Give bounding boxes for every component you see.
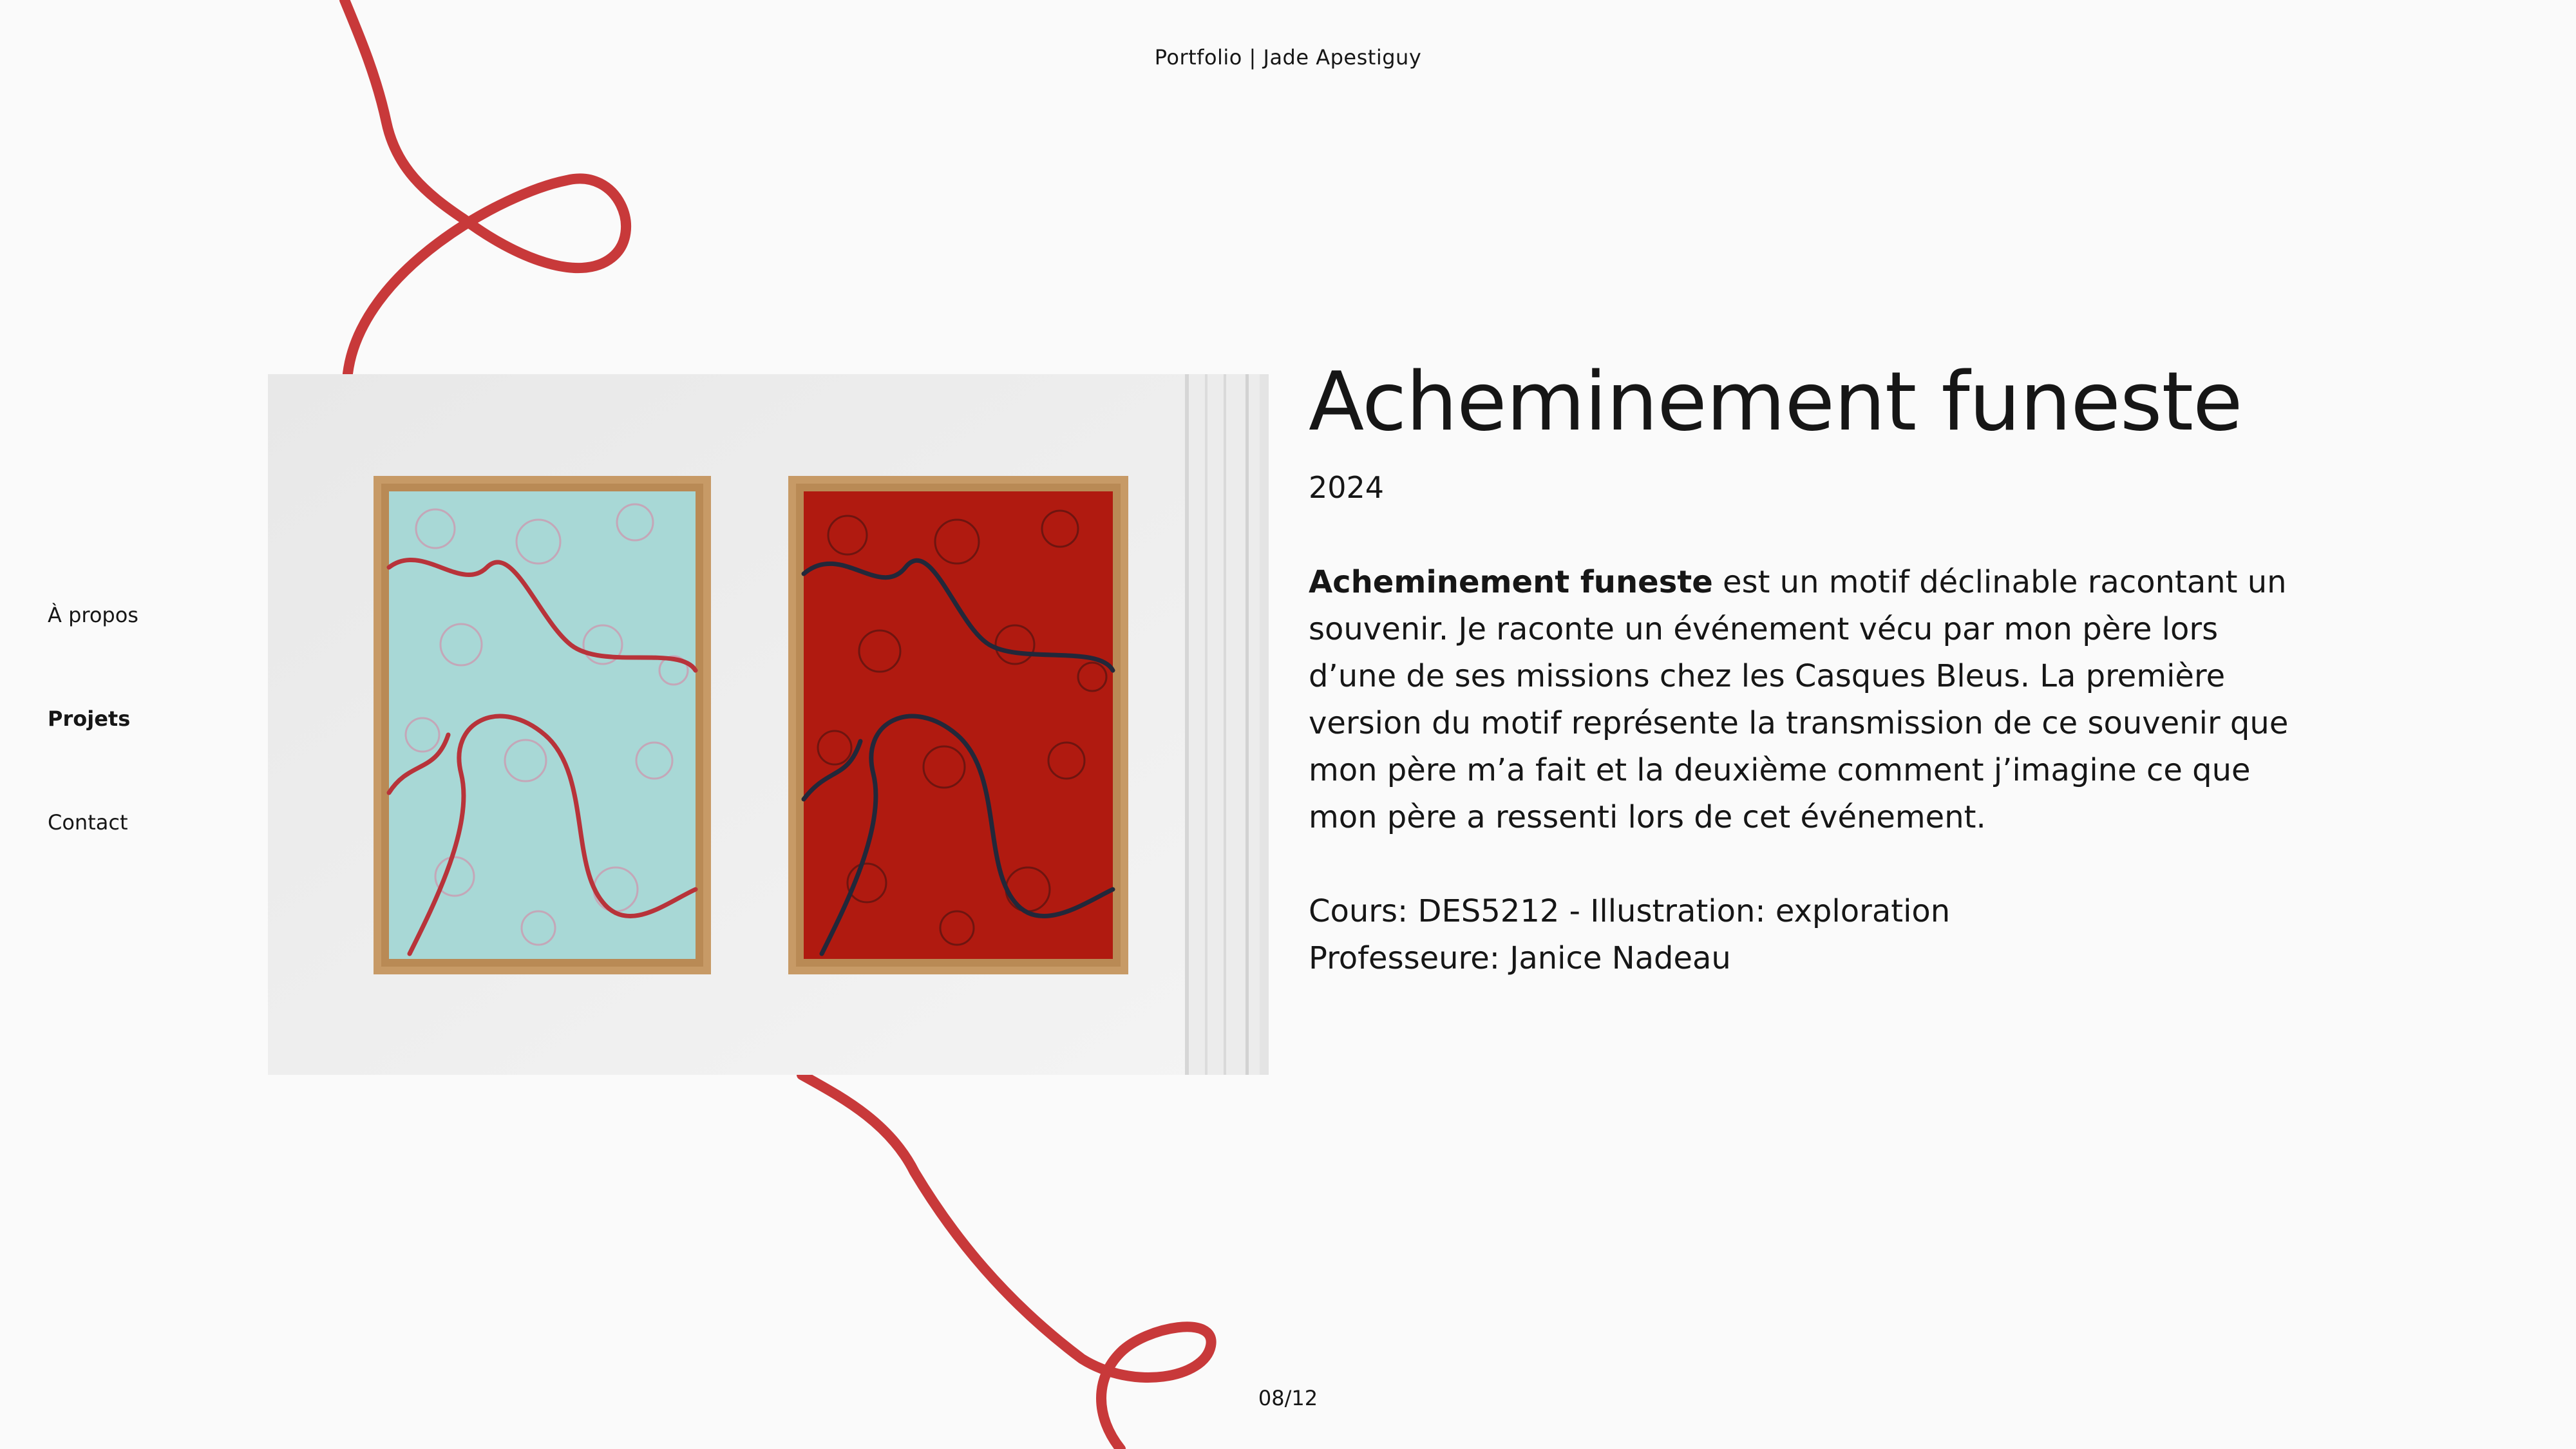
nav-item-projets[interactable]: Projets xyxy=(48,706,138,732)
framed-posters-illustration xyxy=(268,374,1269,1075)
project-meta: Cours: DES5212 - Illustration: explorati… xyxy=(1309,888,1950,982)
side-nav: À propos Projets Contact xyxy=(48,602,138,913)
description-strong: Acheminement funeste xyxy=(1309,564,1713,600)
poster-right xyxy=(788,476,1128,974)
project-description: Acheminement funeste est un motif déclin… xyxy=(1309,559,2313,841)
poster-left xyxy=(374,476,711,974)
nav-item-a-propos[interactable]: À propos xyxy=(48,602,138,628)
project-year: 2024 xyxy=(1309,470,1385,505)
nav-item-contact[interactable]: Contact xyxy=(48,810,138,835)
project-title: Acheminement funeste xyxy=(1309,354,2242,449)
description-text: est un motif déclinable racontant un sou… xyxy=(1309,564,2289,835)
professor-info: Professeure: Janice Nadeau xyxy=(1309,940,1731,976)
page-counter: 08/12 xyxy=(1258,1386,1318,1410)
course-info: Cours: DES5212 - Illustration: explorati… xyxy=(1309,893,1951,929)
site-title[interactable]: Portfolio | Jade Apestiguy xyxy=(0,45,2576,70)
project-photo xyxy=(268,374,1269,1075)
